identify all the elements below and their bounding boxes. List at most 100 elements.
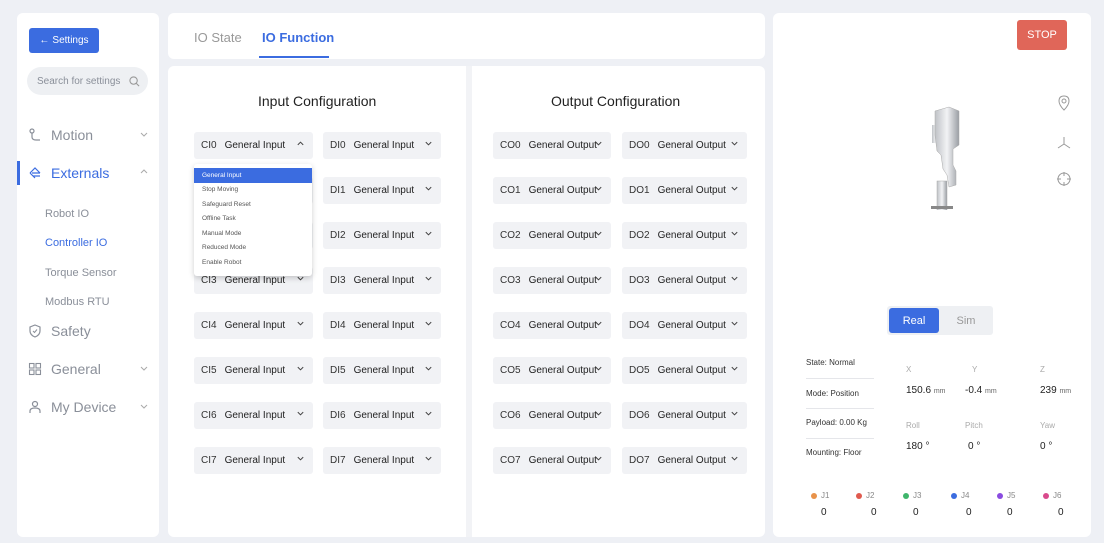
ci-select[interactable]: CI7 General Input (194, 447, 313, 474)
do-select[interactable]: DO7 General Output (622, 447, 747, 474)
do-select[interactable]: DO4 General Output (622, 312, 747, 339)
co-select[interactable]: CO5 General Output (493, 357, 611, 384)
io-tag: DI2 (330, 230, 346, 241)
tab-io-function[interactable]: IO Function (262, 30, 334, 45)
sidebar-item-general[interactable]: General (17, 354, 159, 384)
dropdown-option[interactable]: Reduced Mode (194, 241, 312, 256)
sub-item-controller-io[interactable]: Controller IO (45, 237, 107, 249)
chevron-down-icon (140, 132, 148, 137)
di-select[interactable]: DI6 General Input (323, 402, 441, 429)
chevron-down-icon (424, 454, 433, 466)
joint-value: 0 (1007, 507, 1013, 518)
di-select[interactable]: DI3 General Input (323, 267, 441, 294)
chevron-down-icon (296, 364, 305, 376)
io-tag: DO0 (629, 140, 650, 151)
sub-item-modbus-rtu[interactable]: Modbus RTU (45, 296, 110, 308)
do-select[interactable]: DO0 General Output (622, 132, 747, 159)
sidebar-item-motion[interactable]: Motion (17, 120, 159, 150)
ci-select[interactable]: CI6 General Input (194, 402, 313, 429)
joint-value: 0 (871, 507, 877, 518)
joint-dot (811, 492, 817, 499)
roll-header: Roll (906, 421, 920, 430)
ci-select[interactable]: CI0 General Input (194, 132, 313, 159)
io-tag: DO5 (629, 365, 650, 376)
di-select[interactable]: DI5 General Input (323, 357, 441, 384)
chevron-down-icon (140, 404, 148, 409)
io-config-panel: Input Configuration Output Configuration… (168, 66, 765, 537)
io-tag: DO3 (629, 275, 650, 286)
dropdown-option[interactable]: General Input (194, 168, 312, 183)
di-select[interactable]: DI1 General Input (323, 177, 441, 204)
location-pin-icon[interactable] (1056, 95, 1072, 111)
chevron-down-icon (296, 409, 305, 421)
do-select[interactable]: DO1 General Output (622, 177, 747, 204)
sim-mode-button[interactable]: Sim (941, 308, 991, 333)
sub-item-torque-sensor[interactable]: Torque Sensor (45, 267, 117, 279)
sidebar-item-externals[interactable]: Externals (17, 158, 159, 188)
io-value: General Input (353, 410, 415, 421)
tab-underline (259, 56, 329, 58)
motion-icon (27, 127, 43, 143)
sidebar-item-label: Externals (51, 165, 110, 181)
back-settings-button[interactable]: ← Settings (29, 28, 99, 53)
chevron-down-icon (730, 229, 739, 241)
chevron-down-icon (424, 184, 433, 196)
sub-item-robot-io[interactable]: Robot IO (45, 208, 89, 220)
user-icon (27, 399, 43, 415)
di-select[interactable]: DI2 General Input (323, 222, 441, 249)
robot-arm-image (931, 106, 960, 210)
sidebar-item-my-device[interactable]: My Device (17, 392, 159, 422)
io-tag: CI0 (201, 140, 217, 151)
search-box[interactable] (27, 67, 148, 95)
axes-icon[interactable] (1056, 135, 1072, 151)
dropdown-option[interactable]: Offline Task (194, 212, 312, 227)
co-select[interactable]: CO0 General Output (493, 132, 611, 159)
search-input[interactable] (37, 75, 127, 87)
io-value: General Input (224, 275, 286, 286)
joint-label: J1 (811, 491, 829, 500)
io-tag: CI6 (201, 410, 217, 421)
do-select[interactable]: DO2 General Output (622, 222, 747, 249)
crosshair-icon[interactable] (1056, 171, 1072, 187)
state-label: State: Normal (806, 358, 855, 367)
io-value: General Output (528, 185, 597, 196)
co-select[interactable]: CO6 General Output (493, 402, 611, 429)
di-select[interactable]: DI0 General Input (323, 132, 441, 159)
io-tag: DI3 (330, 275, 346, 286)
externals-icon (27, 165, 43, 181)
dropdown-option[interactable]: Stop Moving (194, 183, 312, 198)
sidebar-item-safety[interactable]: Safety (17, 316, 159, 346)
ci-select[interactable]: CI5 General Input (194, 357, 313, 384)
io-value: General Output (528, 140, 597, 151)
ci-select[interactable]: CI4 General Input (194, 312, 313, 339)
yaw-header: Yaw (1040, 421, 1055, 430)
stop-button[interactable]: STOP (1017, 20, 1067, 50)
sidebar-item-label: General (51, 361, 101, 377)
io-value: General Input (353, 185, 415, 196)
io-value: General Output (657, 320, 726, 331)
io-tag: CO7 (500, 455, 521, 466)
do-select[interactable]: DO6 General Output (622, 402, 747, 429)
z-value: 239 mm (1040, 385, 1072, 396)
co-select[interactable]: CO1 General Output (493, 177, 611, 204)
dropdown-option[interactable]: Enable Robot (194, 255, 312, 270)
di-select[interactable]: DI4 General Input (323, 312, 441, 339)
output-config-title: Output Configuration (551, 93, 681, 109)
do-select[interactable]: DO5 General Output (622, 357, 747, 384)
co-select[interactable]: CO3 General Output (493, 267, 611, 294)
dropdown-option[interactable]: Manual Mode (194, 226, 312, 241)
chevron-down-icon (594, 364, 603, 376)
co-select[interactable]: CO2 General Output (493, 222, 611, 249)
co-select[interactable]: CO4 General Output (493, 312, 611, 339)
io-value: General Input (353, 230, 415, 241)
chevron-down-icon (730, 319, 739, 331)
co-select[interactable]: CO7 General Output (493, 447, 611, 474)
do-select[interactable]: DO3 General Output (622, 267, 747, 294)
di-select[interactable]: DI7 General Input (323, 447, 441, 474)
chevron-down-icon (594, 184, 603, 196)
dropdown-option[interactable]: Safeguard Reset (194, 197, 312, 212)
tab-io-state[interactable]: IO State (194, 30, 242, 45)
real-mode-button[interactable]: Real (889, 308, 939, 333)
joint-label: J2 (856, 491, 874, 500)
io-value: General Output (528, 275, 597, 286)
